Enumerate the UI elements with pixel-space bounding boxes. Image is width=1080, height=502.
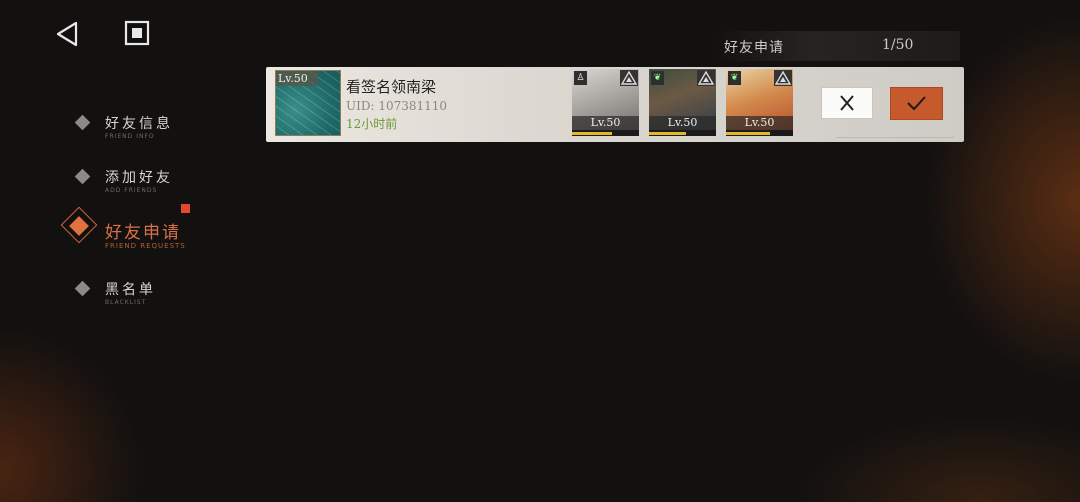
progress-bar	[572, 130, 639, 136]
request-time: 12小时前	[346, 117, 398, 131]
nav-blacklist[interactable]: 黑名单 BLACKLIST	[70, 272, 240, 312]
square-stop-icon	[124, 20, 150, 46]
character-card[interactable]: ❦ Lv.50	[726, 69, 793, 136]
nav-label: 添加好友	[105, 170, 173, 186]
reject-button[interactable]	[821, 87, 873, 119]
class-icon	[697, 70, 715, 86]
notification-dot	[181, 204, 190, 213]
class-icon	[620, 70, 638, 86]
leaf-icon: ❦	[728, 71, 741, 85]
character-level: Lv.50	[726, 116, 793, 130]
nav-add-friends[interactable]: 添加好友 ADD FRIENDS	[70, 160, 240, 200]
nav-sublabel: ADD FRIENDS	[105, 187, 158, 194]
check-icon	[907, 96, 926, 111]
character-card[interactable]: ♙ Lv.50	[572, 69, 639, 136]
diamond-icon	[74, 114, 91, 131]
nav-sublabel: FRIEND REQUESTS	[105, 242, 186, 250]
avatar-level: Lv.50	[276, 71, 318, 86]
request-count: 1/50	[882, 37, 914, 53]
progress-bar	[726, 130, 793, 136]
nav-label: 黑名单	[105, 282, 156, 298]
nav-label: 好友信息	[105, 116, 173, 132]
player-name: 看签名领南梁	[346, 78, 437, 96]
close-icon	[840, 95, 854, 111]
diamond-icon	[74, 168, 91, 185]
nav-friend-info[interactable]: 好友信息 FRIEND INFO	[70, 106, 240, 146]
divider	[836, 137, 954, 138]
character-level: Lv.50	[649, 116, 716, 130]
back-button[interactable]	[52, 18, 84, 50]
player-uid: UID: 107381110	[346, 99, 448, 113]
class-icon	[774, 70, 792, 86]
back-triangle-icon	[56, 21, 78, 47]
nav-friend-requests[interactable]: 好友申请 FRIEND REQUESTS	[60, 204, 240, 256]
friend-request-card: Lv.50 看签名领南梁 UID: 107381110 12小时前 ♙ Lv.5…	[266, 67, 964, 142]
character-card[interactable]: ❦ Lv.50	[649, 69, 716, 136]
accept-button[interactable]	[890, 87, 943, 120]
requests-header: 好友申请 1/50	[712, 31, 960, 61]
nav-sublabel: FRIEND INFO	[105, 133, 155, 140]
leaf-icon: ❦	[651, 71, 664, 85]
home-button[interactable]	[122, 18, 152, 48]
character-level: Lv.50	[572, 116, 639, 130]
nav-label: 好友申请	[105, 223, 181, 243]
header-title: 好友申请	[724, 40, 784, 56]
diamond-icon	[74, 280, 91, 297]
element-icon: ♙	[574, 71, 587, 85]
avatar[interactable]: Lv.50	[275, 70, 341, 136]
nav-sublabel: BLACKLIST	[105, 299, 147, 306]
progress-bar	[649, 130, 716, 136]
